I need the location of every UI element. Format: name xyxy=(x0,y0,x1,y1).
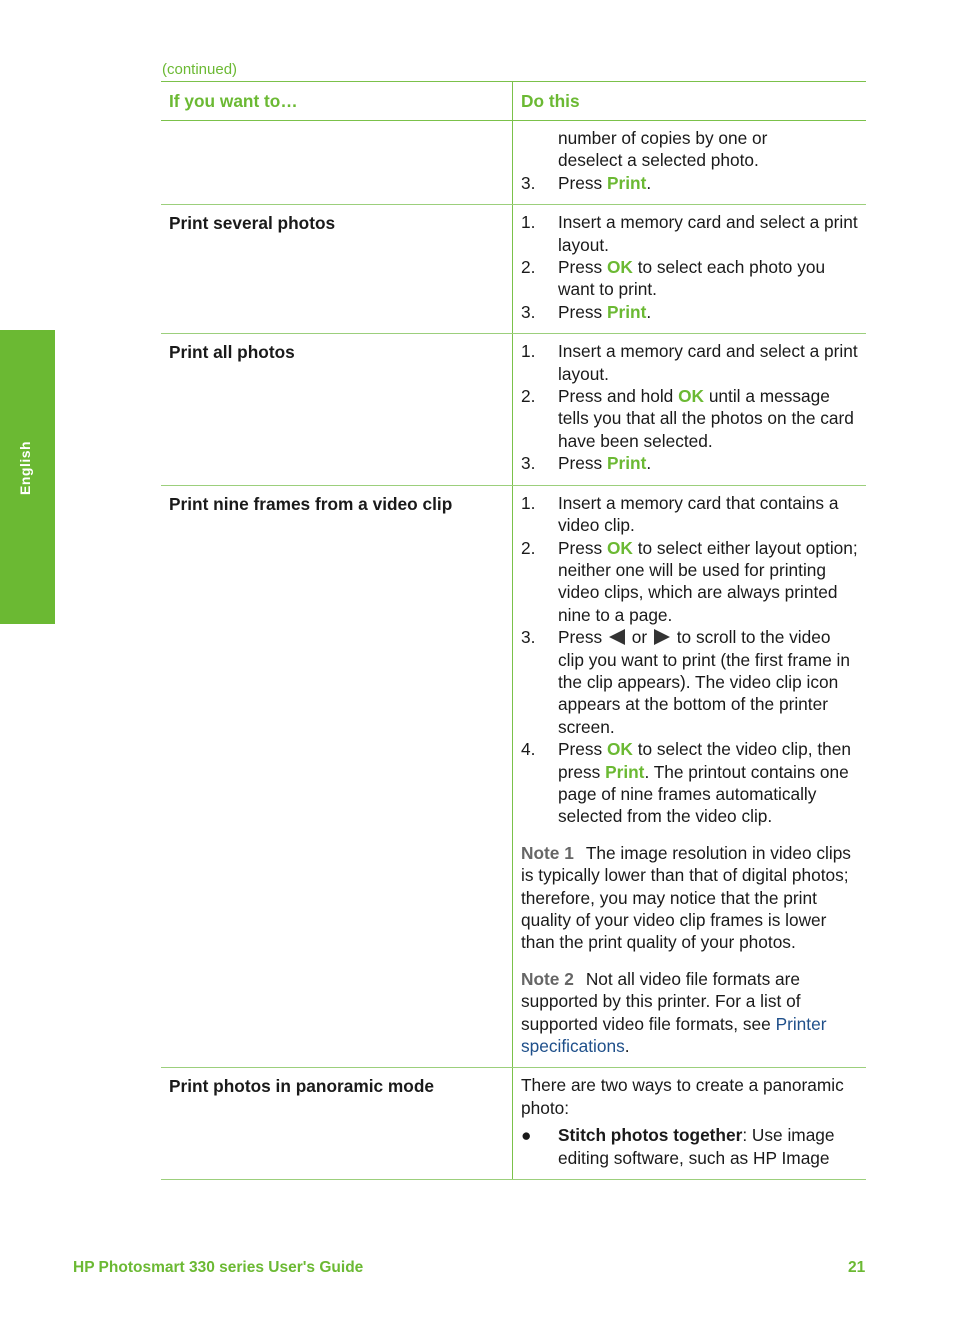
task-cell: Print nine frames from a video clip xyxy=(161,485,513,1069)
print-button-ref: Print xyxy=(606,172,647,193)
step-text: . xyxy=(646,172,652,193)
steps-cell: There are two ways to create a panoramic… xyxy=(512,1067,866,1181)
step-item: 1. Insert a memory card and select a pri… xyxy=(521,340,858,385)
footer-guide-title: HP Photosmart 330 series User's Guide xyxy=(73,1259,364,1276)
print-button-ref: Print xyxy=(606,301,647,322)
ok-button-ref: OK xyxy=(678,386,705,407)
bullet-title: Stitch photos together xyxy=(558,1125,743,1146)
step-text: Press xyxy=(558,172,607,193)
step-item: 2. Press OK to select either layout opti… xyxy=(521,537,858,627)
step-text: or xyxy=(626,627,652,648)
step-text: . xyxy=(646,453,652,474)
step-text: Press xyxy=(558,537,607,558)
step-text: Press xyxy=(558,453,607,474)
bullet-item: ● Stitch photos together: Use image edit… xyxy=(521,1124,858,1169)
steps-list: 1. Insert a memory card and select a pri… xyxy=(521,211,858,323)
steps-list: 1. Insert a memory card that contains a … xyxy=(521,492,858,828)
table-row: Print photos in panoramic mode There are… xyxy=(161,1067,866,1181)
step-item: 1. Insert a memory card that contains a … xyxy=(521,492,858,537)
task-cell: Print all photos xyxy=(161,333,513,486)
table-row: Print nine frames from a video clip 1. I… xyxy=(161,485,866,1069)
table-row: Print several photos 1. Insert a memory … xyxy=(161,204,866,335)
step-number: 2. xyxy=(521,257,536,278)
steps-cell: 1. Insert a memory card and select a pri… xyxy=(512,333,866,486)
left-arrow-icon xyxy=(608,629,625,646)
ok-button-ref: OK xyxy=(606,537,633,558)
ok-button-ref: OK xyxy=(606,739,633,760)
step-number: 2. xyxy=(521,537,536,558)
step-item: 1. Insert a memory card and select a pri… xyxy=(521,211,858,256)
note-text: . xyxy=(624,1036,630,1057)
language-label: English xyxy=(17,440,33,495)
step-text: number of copies by one or xyxy=(558,128,768,148)
steps-list: number of copies by one or deselect a se… xyxy=(521,127,858,194)
ok-button-ref: OK xyxy=(606,257,633,278)
note-label: Note 2 xyxy=(521,968,574,989)
step-item: 4. Press OK to select the video clip, th… xyxy=(521,738,858,828)
step-item: 3. Press Print. xyxy=(521,172,858,194)
footer-page-number: 21 xyxy=(848,1259,866,1276)
step-number: 3. xyxy=(521,172,536,193)
table-row: number of copies by one or deselect a se… xyxy=(161,120,866,206)
step-item: 3. Press or to scroll to the video clip … xyxy=(521,626,858,738)
step-number: 3. xyxy=(521,453,536,474)
steps-cell: number of copies by one or deselect a se… xyxy=(512,120,866,206)
note-2: Note 2 Not all video file formats are sup… xyxy=(521,968,858,1058)
step-number: 1. xyxy=(521,492,536,513)
step-number: 3. xyxy=(521,301,536,322)
step-number: 1. xyxy=(521,341,536,362)
step-text: deselect a selected photo. xyxy=(558,150,759,171)
step-text: Insert a memory card and select a print … xyxy=(558,212,858,255)
steps-cell: 1. Insert a memory card that contains a … xyxy=(512,485,866,1069)
step-text: . xyxy=(646,301,652,322)
step-item: 3. Press Print. xyxy=(521,452,858,474)
step-number: 1. xyxy=(521,212,536,233)
table-header-row: If you want to… Do this xyxy=(161,81,866,121)
task-cell: Print photos in panoramic mode xyxy=(161,1067,513,1181)
instructions-table: If you want to… Do this number of copies… xyxy=(161,81,866,1181)
continued-label: (continued) xyxy=(162,61,238,78)
step-number: 2. xyxy=(521,386,536,407)
step-item: 3. Press Print. xyxy=(521,301,858,323)
step-text: Press xyxy=(558,257,607,278)
step-text: Press xyxy=(558,301,607,322)
step-item: 2. Press and hold OK until a message tel… xyxy=(521,385,858,452)
step-text: Press xyxy=(558,627,607,648)
step-text: Insert a memory card that contains a vid… xyxy=(558,492,839,536)
intro-text: There are two ways to create a panoramic… xyxy=(521,1075,844,1118)
step-item: 2. Press OK to select each photo you wan… xyxy=(521,256,858,301)
header-if-you-want-to: If you want to… xyxy=(161,81,513,121)
step-continued: number of copies by one or deselect a se… xyxy=(521,127,858,172)
table-row: Print all photos 1. Insert a memory card… xyxy=(161,333,866,486)
task-cell: Print several photos xyxy=(161,204,513,335)
print-button-ref: Print xyxy=(606,453,647,474)
note-label: Note 1 xyxy=(521,842,574,863)
step-number: 4. xyxy=(521,739,536,760)
note-1: Note 1 The image resolution in video clip… xyxy=(521,842,858,954)
step-text: Press xyxy=(558,739,607,760)
step-text: Press and hold xyxy=(558,386,679,407)
step-text: Insert a memory card and select a print … xyxy=(558,341,858,384)
task-cell xyxy=(161,120,513,206)
right-arrow-icon xyxy=(653,629,670,646)
header-do-this: Do this xyxy=(512,81,866,121)
steps-list: 1. Insert a memory card and select a pri… xyxy=(521,340,858,474)
steps-cell: 1. Insert a memory card and select a pri… xyxy=(512,204,866,335)
print-button-ref: Print xyxy=(605,761,645,782)
step-number: 3. xyxy=(521,627,536,648)
bullet-icon: ● xyxy=(521,1125,532,1146)
